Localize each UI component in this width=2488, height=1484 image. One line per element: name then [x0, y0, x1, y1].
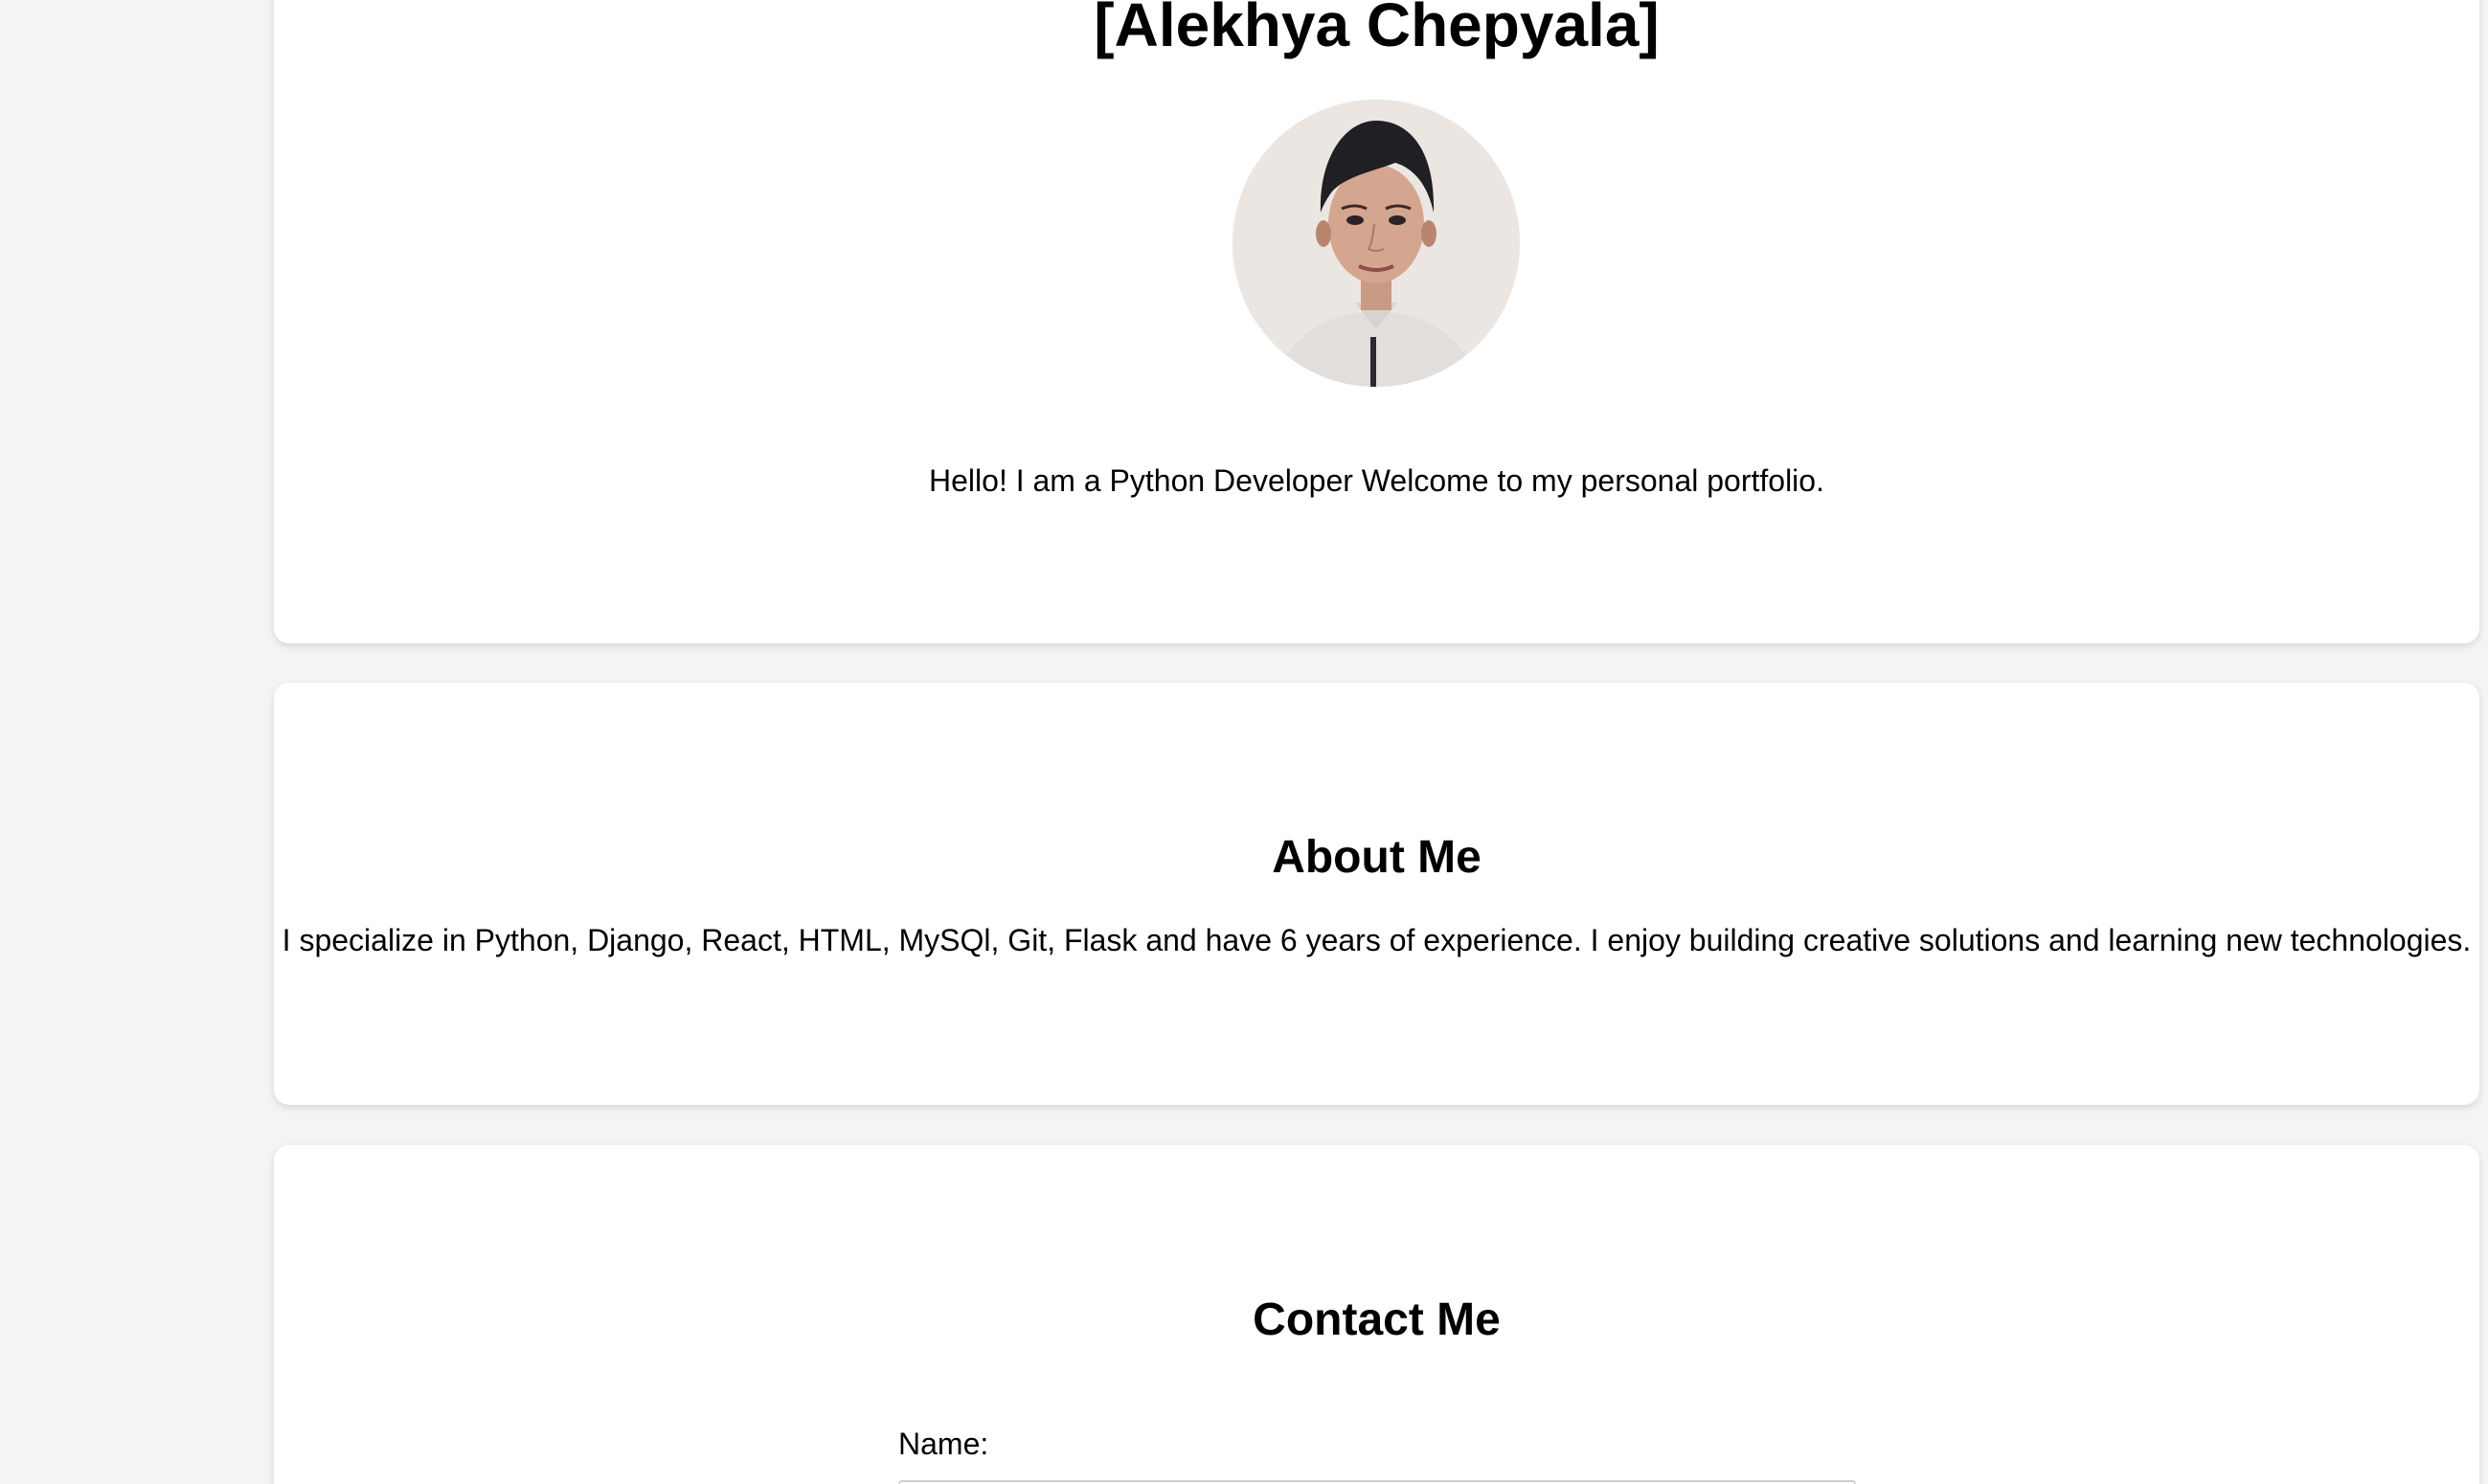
about-title: About Me — [1272, 832, 1481, 883]
hero-card: [Alekhya Chepyala] Hello! I am a Python … — [274, 0, 2479, 643]
about-card: About Me I specialize in Python, Django,… — [274, 683, 2479, 1105]
hero-name-heading: [Alekhya Chepyala] — [1094, 0, 1660, 59]
portfolio-page: [Alekhya Chepyala] Hello! I am a Python … — [0, 0, 2488, 1484]
profile-photo — [1233, 100, 1520, 387]
about-text: I specialize in Python, Django, React, H… — [282, 923, 2472, 957]
name-input[interactable] — [898, 1480, 1856, 1484]
contact-card: Contact Me Name: — [274, 1145, 2479, 1484]
profile-photo-illustration — [1233, 100, 1520, 387]
name-field-label: Name: — [898, 1427, 989, 1461]
hero-intro-text: Hello! I am a Python Developer Welcome t… — [929, 463, 1824, 498]
contact-title: Contact Me — [1253, 1294, 1501, 1345]
